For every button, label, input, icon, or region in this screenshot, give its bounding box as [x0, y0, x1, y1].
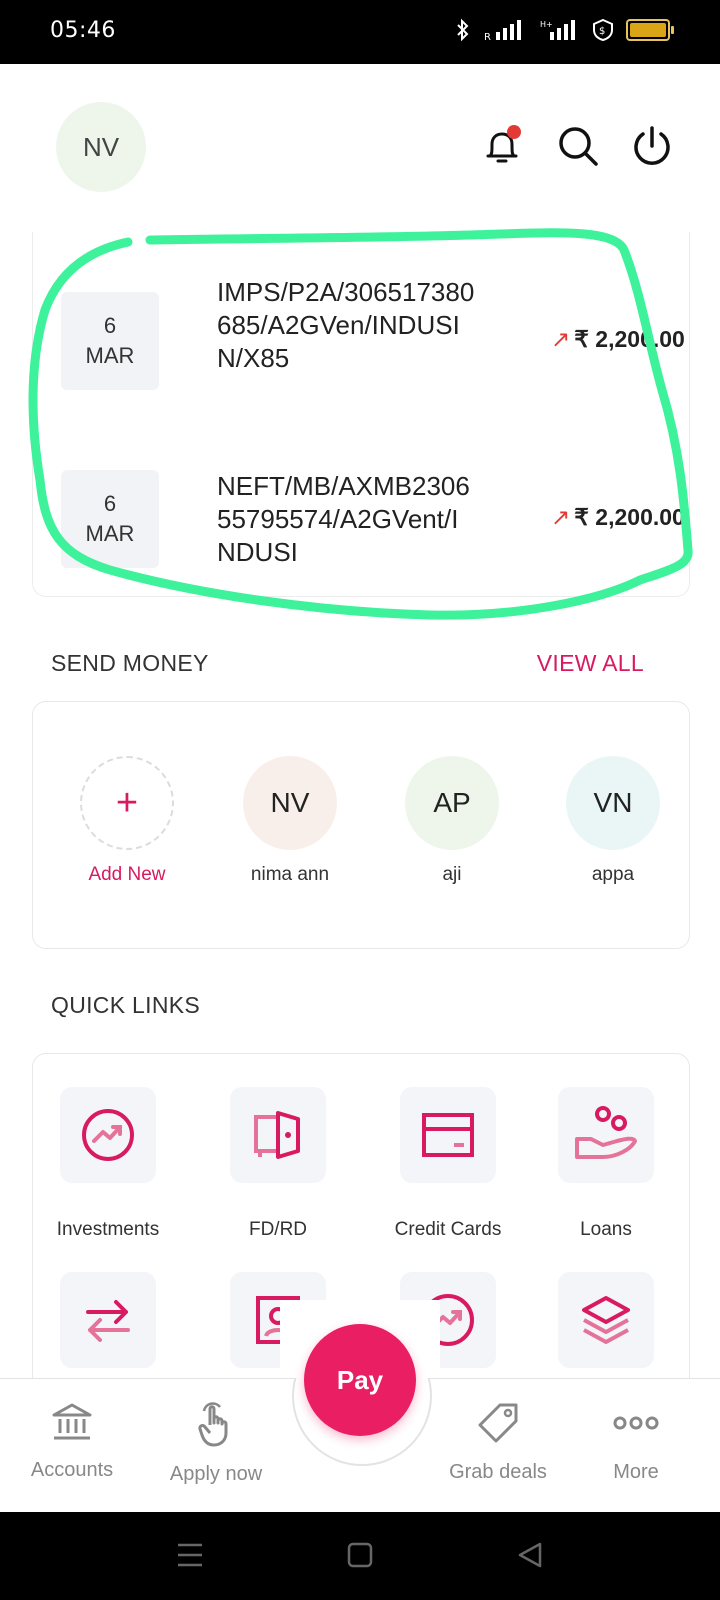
- quick-link-layers[interactable]: [521, 1272, 691, 1368]
- status-time: 05:46: [50, 18, 116, 43]
- status-icons: R H+ $: [454, 18, 674, 42]
- payee-item[interactable]: NV nima ann: [220, 756, 360, 886]
- profile-avatar[interactable]: NV: [56, 102, 146, 192]
- payee-name: appa: [591, 864, 635, 885]
- payee-item[interactable]: VN appa: [543, 756, 683, 886]
- quick-link-loans[interactable]: Loans: [521, 1087, 691, 1241]
- tap-hand-icon: [198, 1402, 228, 1447]
- quick-links-title: QUICK LINKS: [51, 992, 201, 1018]
- add-new-label: Add New: [88, 864, 166, 885]
- payee-avatar: AP: [405, 756, 499, 850]
- nav-label: Grab deals: [449, 1461, 547, 1483]
- transfer-icon: [86, 1300, 130, 1342]
- nav-label: More: [613, 1461, 659, 1483]
- quick-link-fd-rd[interactable]: FD/RD: [193, 1087, 363, 1241]
- nav-apply-now[interactable]: Apply now: [146, 1401, 286, 1486]
- svg-text:$: $: [599, 26, 605, 37]
- battery-icon: [626, 19, 674, 41]
- nav-accounts[interactable]: Accounts: [2, 1401, 142, 1482]
- loan-hand-icon: [575, 1106, 637, 1159]
- power-icon[interactable]: [630, 124, 674, 168]
- bank-icon: [52, 1403, 92, 1440]
- search-icon[interactable]: [556, 124, 600, 168]
- quick-link-label: Investments: [56, 1219, 160, 1240]
- vault-icon: [254, 1111, 300, 1159]
- quick-link-label: Credit Cards: [394, 1219, 502, 1240]
- more-dots-icon: [613, 1416, 659, 1430]
- payee-name: nima ann: [250, 864, 330, 885]
- bell-icon[interactable]: [480, 124, 524, 168]
- credit-card-icon: [422, 1113, 474, 1157]
- nav-label: Apply now: [169, 1463, 263, 1485]
- nav-grab-deals[interactable]: Grab deals: [428, 1401, 568, 1484]
- signal-icon: R: [484, 20, 521, 42]
- bluetooth-icon: [457, 18, 469, 42]
- highlight-annotation: [28, 228, 693, 620]
- svg-text:R: R: [484, 32, 491, 42]
- system-navigation-bar: [0, 1512, 720, 1600]
- home-icon[interactable]: [346, 1541, 374, 1569]
- quick-link-transfer[interactable]: [23, 1272, 193, 1368]
- quick-link-label: FD/RD: [248, 1219, 308, 1240]
- investments-icon: [82, 1109, 134, 1161]
- payee-item[interactable]: AP aji: [382, 756, 522, 886]
- quick-link-investments[interactable]: Investments: [23, 1087, 193, 1241]
- send-money-title: SEND MONEY: [51, 650, 209, 676]
- quick-link-label: Loans: [580, 1219, 632, 1240]
- view-all-link[interactable]: VIEW ALL: [537, 650, 644, 677]
- payee-name: aji: [442, 864, 462, 885]
- add-new-payee-button[interactable]: + Add New: [57, 756, 197, 886]
- plus-icon: +: [80, 756, 174, 850]
- nav-label: Accounts: [30, 1459, 114, 1481]
- tag-icon: [478, 1403, 518, 1443]
- payee-avatar: NV: [243, 756, 337, 850]
- layers-icon: [582, 1296, 630, 1344]
- shield-icon: $: [593, 18, 613, 42]
- payee-avatar: VN: [566, 756, 660, 850]
- pay-button[interactable]: Pay: [304, 1324, 416, 1436]
- quick-link-credit-cards[interactable]: Credit Cards: [363, 1087, 533, 1241]
- status-bar: 05:46 R H+ $: [0, 0, 720, 64]
- app-header: NV: [0, 64, 720, 230]
- signal-2-icon: H+: [540, 20, 575, 40]
- send-money-card: + Add New NV nima ann AP aji VN appa: [32, 701, 690, 949]
- back-icon[interactable]: [516, 1541, 544, 1569]
- svg-text:H+: H+: [540, 20, 553, 29]
- nav-more[interactable]: More: [566, 1401, 706, 1484]
- menu-icon[interactable]: [176, 1542, 204, 1568]
